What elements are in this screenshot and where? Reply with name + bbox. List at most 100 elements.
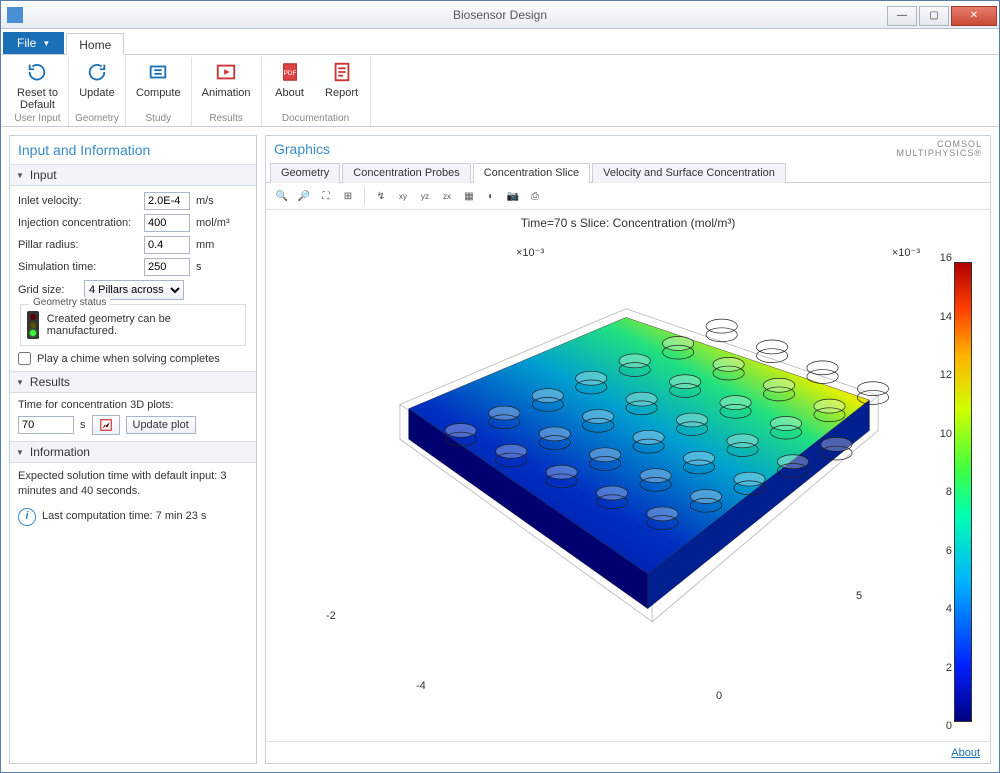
comsol-logo: COMSOL MULTIPHYSICS® [897, 140, 982, 158]
ribbon-group-user-input: Reset to Default User Input [7, 57, 69, 126]
reset-to-default-button[interactable]: Reset to Default [13, 57, 62, 113]
update-geometry-button[interactable]: Update [75, 57, 119, 101]
x-tick: -4 [416, 680, 426, 692]
camera-icon[interactable]: 📷 [503, 187, 523, 205]
file-label: File [17, 36, 36, 50]
pdf-icon: PDF [277, 59, 303, 85]
animation-button[interactable]: Animation [198, 57, 255, 101]
ribbon-group-study: Compute Study [126, 57, 192, 126]
about-link[interactable]: About [951, 747, 980, 759]
zoom-out-icon[interactable]: 🔎 [294, 187, 314, 205]
ribbon-tabs: File ▼ Home [1, 29, 999, 55]
update-label: Update [79, 87, 114, 99]
compute-button[interactable]: Compute [132, 57, 185, 101]
section-input-header[interactable]: ▼ Input [10, 164, 256, 186]
geometry-status-legend: Geometry status [29, 297, 110, 308]
left-panel: Input and Information ▼ Input Inlet velo… [9, 135, 257, 764]
minimize-button[interactable]: — [887, 6, 917, 26]
report-label: Report [325, 87, 358, 99]
geometry-status-box: Geometry status Created geometry can be … [20, 304, 246, 346]
section-input-label: Input [30, 168, 57, 182]
x-tick: -2 [326, 610, 336, 622]
yz-view-icon[interactable]: yz [415, 187, 435, 205]
report-button[interactable]: Report [320, 57, 364, 101]
animation-icon [213, 59, 239, 85]
tab-concentration-slice[interactable]: Concentration Slice [473, 163, 590, 183]
compute-label: Compute [136, 87, 181, 99]
group-label-results: Results [209, 113, 242, 126]
print-icon[interactable]: ⎙ [525, 187, 545, 205]
section-results-header[interactable]: ▼ Results [10, 371, 256, 393]
zoom-in-icon[interactable]: 🔍 [272, 187, 292, 205]
compute-icon [145, 59, 171, 85]
section-results-label: Results [30, 375, 70, 389]
about-label: About [275, 87, 304, 99]
report-icon [329, 59, 355, 85]
graphics-tabs: Geometry Concentration Probes Concentrat… [266, 162, 990, 183]
axis-factor-top: ×10⁻³ [516, 246, 544, 259]
cb-tick: 6 [946, 545, 952, 557]
y-tick: 0 [716, 690, 722, 702]
light-icon[interactable]: ◐ [481, 187, 501, 205]
zoom-extents-icon[interactable]: ⊞ [338, 187, 358, 205]
about-button[interactable]: PDF About [268, 57, 312, 101]
pillar-radius-input[interactable] [144, 236, 190, 254]
results-time-input[interactable] [18, 416, 74, 434]
right-panel: Graphics COMSOL MULTIPHYSICS® Geometry C… [265, 135, 991, 764]
svg-text:PDF: PDF [283, 70, 296, 77]
tab-velocity-surface[interactable]: Velocity and Surface Concentration [592, 163, 786, 183]
reset-icon [24, 59, 50, 85]
update-plot-icon-button[interactable] [92, 415, 120, 435]
file-menu[interactable]: File ▼ [3, 32, 64, 54]
footer: About [266, 741, 990, 763]
group-label-user-input: User Input [14, 113, 60, 126]
maximize-button[interactable]: ▢ [919, 6, 949, 26]
zx-view-icon[interactable]: zx [437, 187, 457, 205]
tab-home[interactable]: Home [66, 33, 124, 55]
collapse-icon: ▼ [16, 378, 24, 387]
inlet-velocity-label: Inlet velocity: [18, 195, 138, 207]
close-button[interactable]: ✕ [951, 6, 997, 26]
left-panel-title: Input and Information [10, 136, 256, 164]
cb-tick: 14 [940, 311, 952, 323]
colorbar-ticks: 0 2 4 6 8 10 12 14 16 [930, 258, 952, 726]
y-tick: 5 [856, 590, 862, 602]
axis-factor-right: ×10⁻³ [892, 246, 920, 259]
tab-geometry[interactable]: Geometry [270, 163, 340, 183]
input-section: Inlet velocity: m/s Injection concentrat… [10, 186, 256, 371]
zoom-box-icon[interactable]: ⛶ [316, 187, 336, 205]
window-title: Biosensor Design [453, 8, 547, 22]
default-view-icon[interactable]: ↯ [371, 187, 391, 205]
simulation-time-input[interactable] [144, 258, 190, 276]
caret-down-icon: ▼ [42, 39, 50, 48]
update-plot-button[interactable]: Update plot [126, 416, 196, 434]
cb-tick: 8 [946, 486, 952, 498]
injection-conc-label: Injection concentration: [18, 217, 138, 229]
cb-tick: 4 [946, 603, 952, 615]
info-icon: i [18, 508, 36, 526]
collapse-icon: ▼ [16, 171, 24, 180]
collapse-icon: ▼ [16, 448, 24, 457]
inlet-velocity-input[interactable] [144, 192, 190, 210]
cb-tick: 16 [940, 252, 952, 264]
group-label-geometry: Geometry [75, 113, 119, 126]
ribbon: Reset to Default User Input Update Geome… [1, 55, 999, 127]
cb-tick: 0 [946, 720, 952, 732]
cb-tick: 10 [940, 428, 952, 440]
injection-conc-unit: mol/m³ [196, 217, 230, 229]
chime-checkbox[interactable] [18, 352, 31, 365]
grid-icon[interactable]: ▦ [459, 187, 479, 205]
simulation-time-label: Simulation time: [18, 261, 138, 273]
geometry-status-text: Created geometry can be manufactured. [47, 313, 239, 337]
colorbar [954, 262, 972, 722]
plot-area[interactable]: Time=70 s Slice: Concentration (mol/m³) … [266, 210, 990, 741]
tab-concentration-probes[interactable]: Concentration Probes [342, 163, 470, 183]
group-label-study: Study [146, 113, 172, 126]
last-comp-time-text: Last computation time: 7 min 23 s [42, 509, 206, 524]
section-info-header[interactable]: ▼ Information [10, 441, 256, 463]
content-area: Input and Information ▼ Input Inlet velo… [1, 127, 999, 772]
xy-view-icon[interactable]: xy [393, 187, 413, 205]
group-label-documentation: Documentation [282, 113, 349, 126]
results-time-label: Time for concentration 3D plots: [18, 399, 248, 411]
injection-conc-input[interactable] [144, 214, 190, 232]
